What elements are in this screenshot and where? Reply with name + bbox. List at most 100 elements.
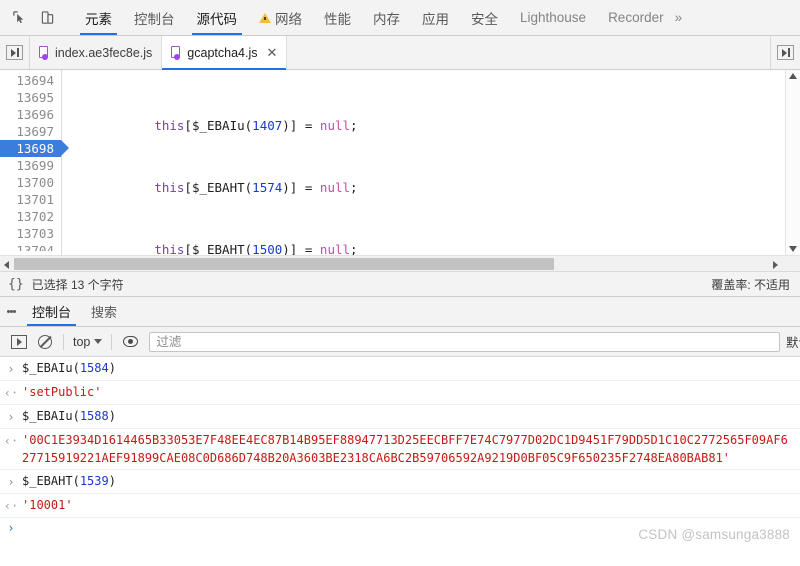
tab-network-label: 网络 <box>275 11 302 27</box>
console-input-glyph-icon: › <box>7 475 15 489</box>
code-token: $_EBAHT <box>191 180 245 195</box>
file-tab-index[interactable]: index.ae3fec8e.js <box>30 36 163 69</box>
scroll-right-arrow-icon[interactable] <box>773 261 778 269</box>
tab-elements[interactable]: 元素 <box>74 0 123 35</box>
console-prompt-glyph-icon: › <box>7 521 15 535</box>
console-output-message[interactable]: ‹· '00C1E3934D1614465B33053E7F48EE4EC87B… <box>0 429 800 470</box>
horizontal-scroll-thumb[interactable] <box>14 258 554 270</box>
tab-overflow-label: » <box>674 10 683 25</box>
console-level-selector[interactable]: 默认级别 <box>786 332 800 351</box>
console-token: ) <box>108 361 116 375</box>
line-number[interactable]: 13703 <box>0 225 61 242</box>
source-code-editor[interactable]: 13694 13695 13696 13697 13698 13699 1370… <box>0 70 800 255</box>
console-output-glyph-icon: ‹· <box>3 386 19 400</box>
drawer-more-options-icon[interactable] <box>0 297 22 326</box>
console-input-text: $_EBAIu(1588) <box>22 407 800 425</box>
drawer-tab-search[interactable]: 搜索 <box>81 297 127 326</box>
tab-network[interactable]: 网络 <box>248 0 313 35</box>
code-line[interactable]: this[$_EBAHT(1574)] = null; <box>64 179 800 196</box>
console-filter-input[interactable] <box>149 331 780 352</box>
code-token: $_EBAIu <box>191 118 245 133</box>
console-output-message[interactable]: ‹· 'setPublic' <box>0 381 800 405</box>
console-token-number: 1584 <box>79 361 109 375</box>
console-input-message[interactable]: › $_EBAIu(1588) <box>0 405 800 429</box>
line-number[interactable]: 13701 <box>0 191 61 208</box>
editor-line-number-gutter: 13694 13695 13696 13697 13698 13699 1370… <box>0 70 69 255</box>
console-output-message[interactable]: ‹· '10001' <box>0 494 800 518</box>
sources-file-tab-bar: index.ae3fec8e.js gcaptcha4.js ✕ <box>0 36 800 70</box>
pretty-print-icon[interactable]: {} <box>8 277 24 292</box>
clear-console-icon[interactable] <box>32 330 58 354</box>
editor-status-bar: {} 已选择 13 个字符 覆盖率: 不适用 <box>0 271 800 297</box>
editor-code-content[interactable]: this[$_EBAIu(1407)] = null; this[$_EBAHT… <box>62 70 800 255</box>
console-output-glyph-icon: ‹· <box>3 434 19 448</box>
tab-application[interactable]: 应用 <box>411 0 460 35</box>
line-number[interactable]: 13695 <box>0 89 61 106</box>
tab-lighthouse-label: Lighthouse <box>520 10 587 25</box>
console-input-glyph-icon: › <box>7 410 15 424</box>
console-input-message[interactable]: › $_EBAHT(1539) <box>0 470 800 494</box>
editor-vertical-scrollbar[interactable] <box>785 70 800 255</box>
console-token: ( <box>72 474 80 488</box>
show-navigator-button[interactable] <box>0 36 30 69</box>
code-token: [ <box>184 242 192 255</box>
code-token: $_EBAHT <box>191 242 245 255</box>
scroll-down-arrow-icon[interactable] <box>789 246 797 252</box>
drawer-tab-console[interactable]: 控制台 <box>22 297 81 326</box>
code-line[interactable]: this[$_EBAHT(1500)] = null; <box>64 241 800 255</box>
tab-memory[interactable]: 内存 <box>362 0 411 35</box>
devtools-window: 元素 控制台 源代码 网络 性能 内存 应用 安全 Lighthouse Rec… <box>0 0 800 566</box>
js-context-selector[interactable]: top <box>69 335 106 349</box>
line-number[interactable]: 13696 <box>0 106 61 123</box>
tab-memory-label: 内存 <box>373 11 400 27</box>
drawer-tab-bar: 控制台 搜索 <box>0 297 800 327</box>
tab-console[interactable]: 控制台 <box>123 0 186 35</box>
console-input-message[interactable]: › $_EBAIu(1584) <box>0 357 800 381</box>
console-input-glyph-icon: › <box>7 362 15 376</box>
tab-console-label: 控制台 <box>134 11 175 27</box>
close-tab-icon[interactable]: ✕ <box>266 46 277 59</box>
tab-overflow-button[interactable]: » <box>675 0 694 35</box>
more-tabs-button[interactable] <box>770 36 800 69</box>
tab-lighthouse[interactable]: Lighthouse <box>509 0 597 35</box>
console-token: $_EBAIu <box>22 361 73 375</box>
file-tab-gcaptcha4[interactable]: gcaptcha4.js ✕ <box>162 36 288 70</box>
line-number[interactable]: 13700 <box>0 174 61 191</box>
editor-horizontal-scrollbar[interactable] <box>0 255 800 271</box>
line-number[interactable]: 13702 <box>0 208 61 225</box>
tab-performance[interactable]: 性能 <box>313 0 362 35</box>
line-number[interactable]: 13697 <box>0 123 61 140</box>
tab-performance-label: 性能 <box>324 11 351 27</box>
line-number[interactable]: 13694 <box>0 72 61 89</box>
tab-security[interactable]: 安全 <box>460 0 509 35</box>
tab-security-label: 安全 <box>471 11 498 27</box>
line-number[interactable]: 13699 <box>0 157 61 174</box>
tab-sources[interactable]: 源代码 <box>186 0 249 35</box>
inspect-element-icon[interactable] <box>6 5 32 31</box>
scroll-left-arrow-icon[interactable] <box>4 261 9 269</box>
console-toolbar-divider <box>111 333 113 350</box>
line-number-partial[interactable]: 13704 <box>0 242 61 251</box>
code-token: [ <box>184 180 192 195</box>
devtools-main-toolbar: 元素 控制台 源代码 网络 性能 内存 应用 安全 Lighthouse Rec… <box>0 0 800 36</box>
console-output-value: '00C1E3934D1614465B33053E7F48EE4EC87B14B… <box>22 433 788 465</box>
warning-triangle-icon <box>259 12 271 23</box>
code-token: = <box>297 118 320 133</box>
tab-recorder[interactable]: Recorder <box>597 0 675 35</box>
console-message-list[interactable]: › $_EBAIu(1584) ‹· 'setPublic' › $_EBAIu… <box>0 357 800 566</box>
device-toolbar-icon[interactable] <box>34 5 60 31</box>
code-token: = <box>297 242 320 255</box>
js-file-icon <box>171 46 182 60</box>
execute-snippet-icon[interactable] <box>6 330 32 354</box>
code-token-keyword: null <box>319 180 351 195</box>
code-line[interactable]: this[$_EBAIu(1407)] = null; <box>64 117 800 134</box>
code-token-this: this <box>154 242 185 255</box>
code-token: )] <box>282 180 298 195</box>
tab-sources-label: 源代码 <box>196 11 238 27</box>
console-prompt-row[interactable]: › <box>0 518 800 538</box>
code-token: ; <box>350 180 358 195</box>
code-token-number: 1407 <box>252 118 283 133</box>
scroll-up-arrow-icon[interactable] <box>789 73 797 79</box>
live-expression-icon[interactable] <box>117 330 143 354</box>
line-number-active[interactable]: 13698 <box>0 140 69 157</box>
